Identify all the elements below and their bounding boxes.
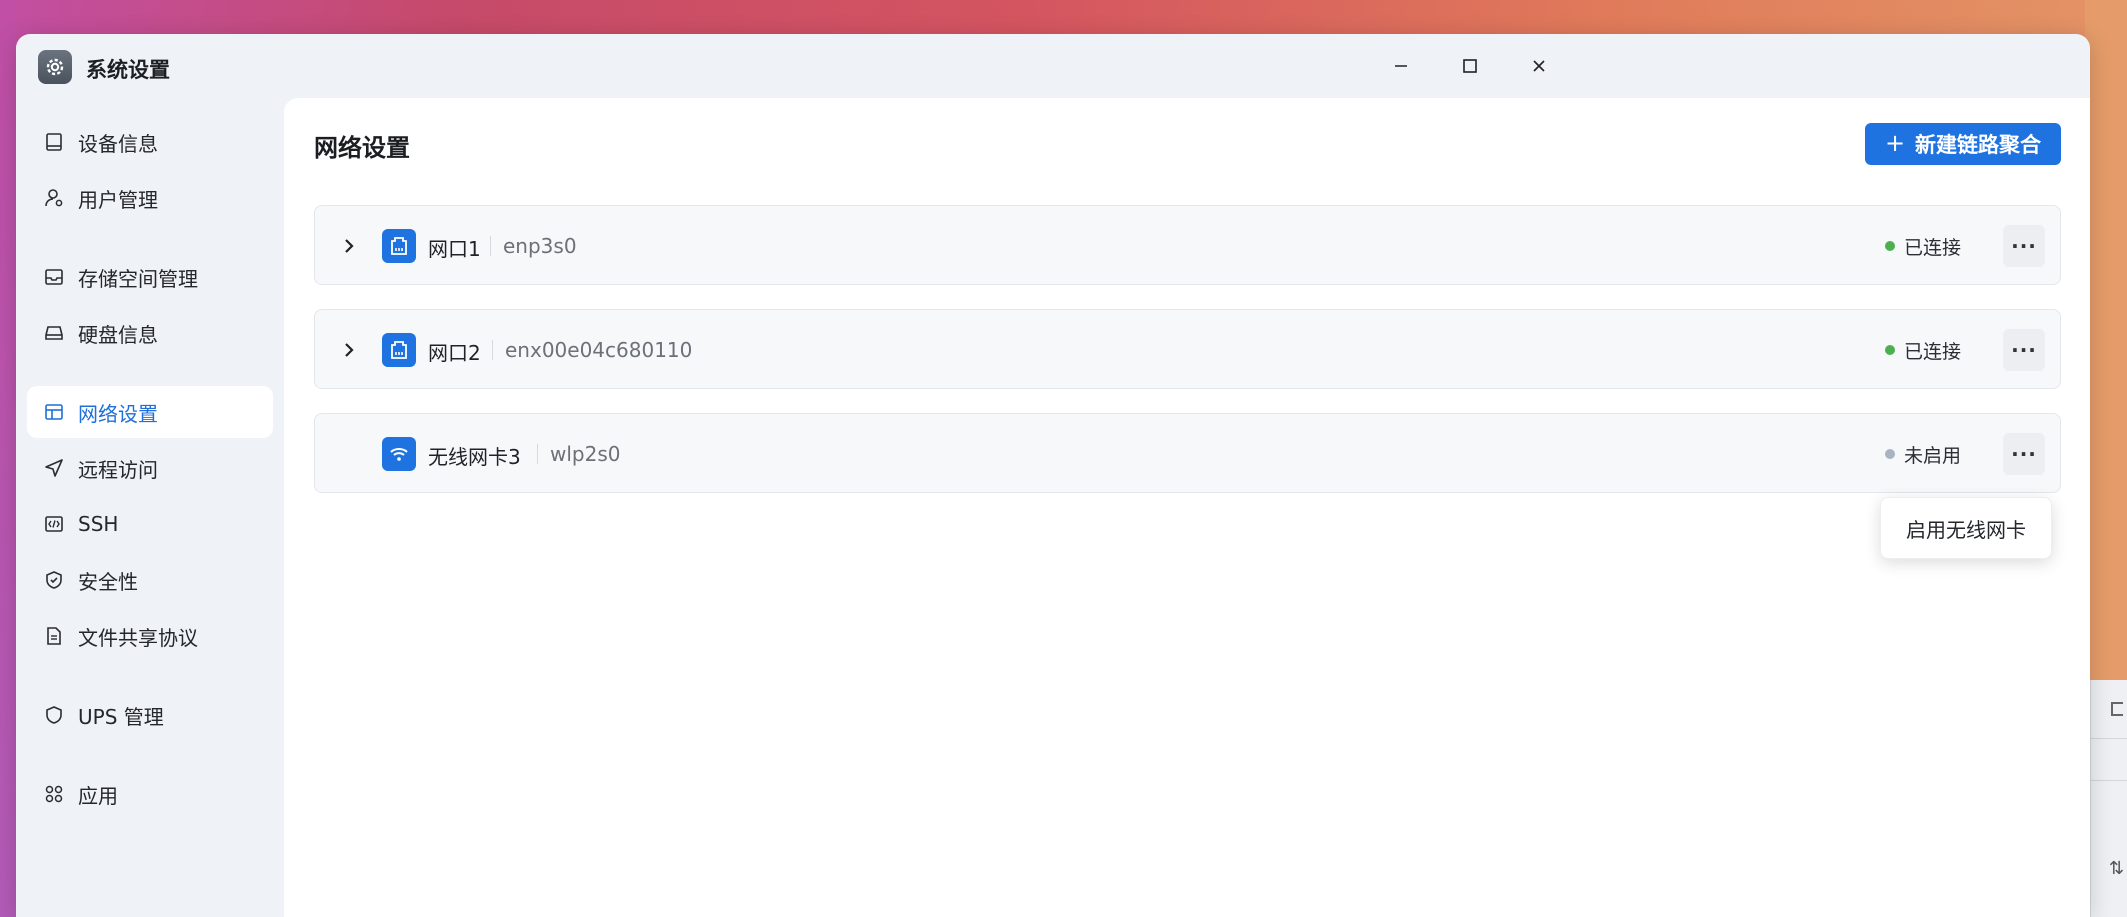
interface-name: 网口1 bbox=[428, 237, 481, 261]
close-button[interactable] bbox=[1519, 48, 1559, 84]
status-label: 已连接 bbox=[1904, 237, 1962, 259]
background-window-glyph bbox=[2111, 702, 2123, 716]
more-button[interactable]: ··· bbox=[2003, 329, 2045, 371]
status-label: 未启用 bbox=[1904, 445, 1962, 467]
new-link-aggregation-label: 新建链路聚合 bbox=[1915, 133, 2042, 157]
sidebar-item-device-info[interactable]: 设备信息 bbox=[27, 116, 273, 168]
desktop-background-left bbox=[0, 0, 16, 917]
interface-name: 无线网卡3 bbox=[428, 445, 521, 469]
interface-device: wlp2s0 bbox=[550, 442, 621, 466]
shield-icon bbox=[43, 704, 65, 726]
status-dot bbox=[1885, 345, 1895, 355]
chevron-right-icon[interactable] bbox=[335, 336, 363, 364]
status-dot bbox=[1885, 241, 1895, 251]
background-window-divider bbox=[2091, 738, 2127, 739]
sidebar-item-label: 安全性 bbox=[78, 569, 138, 594]
sidebar-item-ups[interactable]: UPS 管理 bbox=[27, 689, 273, 741]
sidebar-item-label: SSH bbox=[78, 512, 119, 536]
code-icon bbox=[43, 513, 65, 535]
sidebar-item-disk-info[interactable]: 硬盘信息 bbox=[27, 307, 273, 359]
background-window-divider bbox=[2091, 780, 2127, 781]
close-icon bbox=[1533, 60, 1545, 72]
sidebar: 设备信息 用户管理 存储空间管理 硬盘信息 网络设置 远程访问 SSH 安全性 bbox=[16, 98, 284, 917]
page-title: 网络设置 bbox=[314, 134, 410, 162]
network-window-icon bbox=[43, 401, 65, 423]
sidebar-item-label: 用户管理 bbox=[78, 187, 158, 212]
sidebar-item-label: 远程访问 bbox=[78, 457, 158, 482]
sidebar-item-label: 网络设置 bbox=[78, 401, 158, 426]
background-window: ⇅ bbox=[2090, 680, 2127, 917]
sidebar-item-apps[interactable]: 应用 bbox=[27, 768, 273, 820]
sidebar-item-label: UPS 管理 bbox=[78, 704, 164, 729]
divider bbox=[490, 236, 491, 256]
sidebar-item-label: 设备信息 bbox=[78, 131, 158, 156]
background-window-sort-icon: ⇅ bbox=[2109, 858, 2125, 879]
sidebar-item-remote-access[interactable]: 远程访问 bbox=[27, 442, 273, 494]
enable-wifi-menu-item[interactable]: 启用无线网卡 bbox=[1880, 497, 2052, 559]
minimize-icon bbox=[1395, 65, 1407, 67]
divider bbox=[537, 444, 538, 464]
interface-card[interactable]: 网口1 enp3s0 已连接 ··· bbox=[314, 205, 2061, 285]
send-icon bbox=[43, 457, 65, 479]
plus-icon: + bbox=[1884, 129, 1906, 157]
document-icon bbox=[43, 625, 65, 647]
shield-check-icon bbox=[43, 569, 65, 591]
interface-device: enp3s0 bbox=[503, 234, 577, 258]
sidebar-item-label: 存储空间管理 bbox=[78, 266, 198, 291]
ethernet-port-icon bbox=[382, 333, 416, 367]
more-button[interactable]: ··· bbox=[2003, 433, 2045, 475]
sidebar-item-ssh[interactable]: SSH bbox=[27, 498, 273, 550]
minimize-button[interactable] bbox=[1381, 48, 1421, 84]
sidebar-item-label: 文件共享协议 bbox=[78, 625, 198, 650]
window-title: 系统设置 bbox=[86, 58, 170, 82]
sidebar-item-storage[interactable]: 存储空间管理 bbox=[27, 251, 273, 303]
device-icon bbox=[43, 131, 65, 153]
chevron-right-icon[interactable] bbox=[335, 232, 363, 260]
interface-card[interactable]: 无线网卡3 wlp2s0 未启用 ··· bbox=[314, 413, 2061, 493]
hard-drive-icon bbox=[43, 322, 65, 344]
settings-window: 系统设置 设备信息 用户管理 存储空间管理 硬盘信息 网络设置 远程访问 SSH… bbox=[16, 34, 2090, 917]
sidebar-item-label: 应用 bbox=[78, 783, 118, 808]
ethernet-port-icon bbox=[382, 229, 416, 263]
interface-device: enx00e04c680110 bbox=[505, 338, 693, 362]
main-content: 网络设置 + 新建链路聚合 网口1 enp3s0 已连接 ··· 网口2 enx… bbox=[284, 98, 2090, 917]
apps-grid-icon bbox=[43, 783, 65, 805]
more-button[interactable]: ··· bbox=[2003, 225, 2045, 267]
maximize-icon bbox=[1463, 59, 1477, 73]
sidebar-item-file-sharing[interactable]: 文件共享协议 bbox=[27, 610, 273, 662]
sidebar-item-network[interactable]: 网络设置 bbox=[27, 386, 273, 438]
title-bar: 系统设置 bbox=[16, 34, 2090, 98]
user-gear-icon bbox=[43, 187, 65, 209]
divider bbox=[492, 340, 493, 360]
sidebar-item-security[interactable]: 安全性 bbox=[27, 554, 273, 606]
sidebar-item-label: 硬盘信息 bbox=[78, 322, 158, 347]
interface-card[interactable]: 网口2 enx00e04c680110 已连接 ··· bbox=[314, 309, 2061, 389]
inbox-icon bbox=[43, 266, 65, 288]
new-link-aggregation-button[interactable]: + 新建链路聚合 bbox=[1865, 123, 2061, 165]
maximize-button[interactable] bbox=[1450, 48, 1490, 84]
settings-app-icon bbox=[38, 50, 72, 84]
status-label: 已连接 bbox=[1904, 341, 1962, 363]
status-dot bbox=[1885, 449, 1895, 459]
sidebar-item-user-management[interactable]: 用户管理 bbox=[27, 172, 273, 224]
wifi-icon bbox=[382, 437, 416, 471]
interface-name: 网口2 bbox=[428, 341, 481, 365]
